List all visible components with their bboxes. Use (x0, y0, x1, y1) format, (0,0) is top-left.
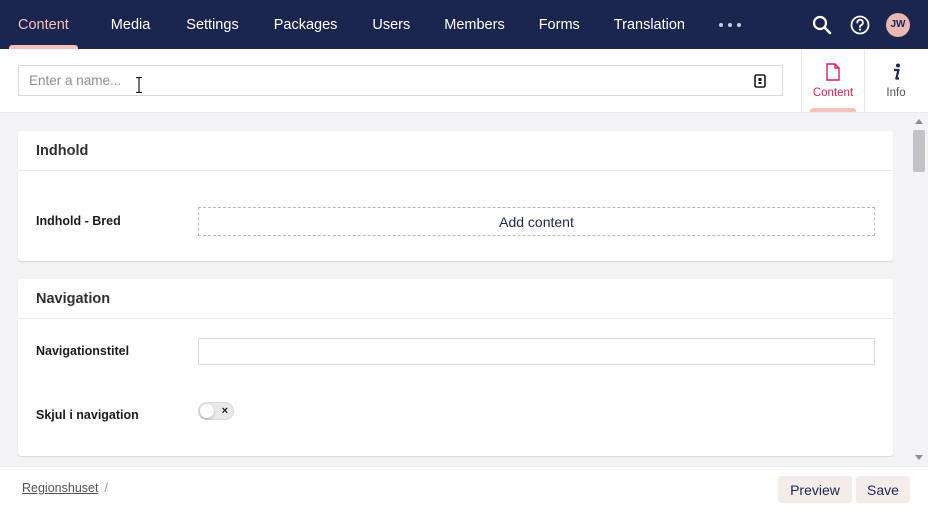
breadcrumb-item[interactable]: Regionshuset (22, 481, 98, 495)
preview-button[interactable]: Preview (778, 476, 852, 503)
tab-info[interactable]: Info (864, 49, 927, 112)
editor-header: Content Info (0, 49, 928, 113)
breadcrumb-separator: / (104, 481, 108, 495)
nav-item-translation[interactable]: Translation (605, 0, 694, 49)
add-content-button[interactable]: Add content (198, 207, 875, 236)
ellipsis-icon[interactable] (719, 0, 741, 49)
nav-item-label: Translation (613, 16, 685, 33)
text-cursor-icon (136, 77, 142, 93)
nav-item-label: Forms (538, 16, 580, 33)
nav-item-label: Media (110, 16, 151, 33)
scroll-thumb[interactable] (913, 130, 925, 172)
tab-content[interactable]: Content (801, 49, 864, 112)
save-button[interactable]: Save (856, 476, 910, 503)
nav-item-label: Members (444, 16, 505, 33)
help-icon[interactable] (848, 13, 872, 37)
tab-label: Info (886, 86, 906, 99)
nav-item-packages[interactable]: Packages (265, 0, 347, 49)
group-indhold: Indhold Indhold - Bred Add content (18, 131, 893, 261)
property-label: Indhold - Bred (36, 214, 121, 228)
info-icon (894, 63, 900, 80)
document-icon (826, 62, 840, 81)
breadcrumb: Regionshuset / (22, 481, 108, 495)
lock-icon[interactable] (754, 74, 766, 88)
name-field[interactable] (18, 65, 783, 96)
group-title: Navigation (18, 279, 893, 319)
nav-item-label: Settings (186, 16, 239, 33)
scroll-down-arrow-icon[interactable] (915, 455, 923, 460)
search-icon[interactable] (810, 13, 834, 37)
nav-item-settings[interactable]: Settings (177, 0, 247, 49)
nav-item-forms[interactable]: Forms (530, 0, 589, 49)
tab-label: Content (812, 86, 854, 99)
skjul-i-navigation-toggle[interactable]: × (198, 402, 234, 420)
nav-item-content[interactable]: Content (9, 0, 78, 49)
name-input[interactable] (29, 73, 729, 88)
nav-item-members[interactable]: Members (435, 0, 513, 49)
nav-item-label: Content (18, 16, 69, 33)
group-title: Indhold (18, 131, 893, 171)
avatar[interactable]: JW (886, 12, 910, 37)
navigationstitel-input[interactable] (198, 338, 875, 365)
nav-item-label: Packages (273, 16, 338, 33)
property-label: Skjul i navigation (36, 408, 139, 422)
editor-footer: Regionshuset / Preview Save (0, 466, 928, 511)
toggle-knob (200, 404, 214, 418)
scroll-up-arrow-icon[interactable] (915, 119, 923, 124)
group-navigation: Navigation Navigationstitel Skjul i navi… (18, 279, 893, 456)
nav-item-label: Users (372, 16, 411, 33)
scrollbar[interactable] (910, 113, 928, 466)
nav-item-users[interactable]: Users (363, 0, 419, 49)
content-area: Indhold Indhold - Bred Add content Navig… (0, 113, 910, 466)
nav-item-media[interactable]: Media (102, 0, 160, 49)
top-navigation: Content Media Settings Packages Users Me… (0, 0, 928, 49)
property-label: Navigationstitel (36, 344, 130, 358)
close-icon: × (221, 405, 228, 417)
